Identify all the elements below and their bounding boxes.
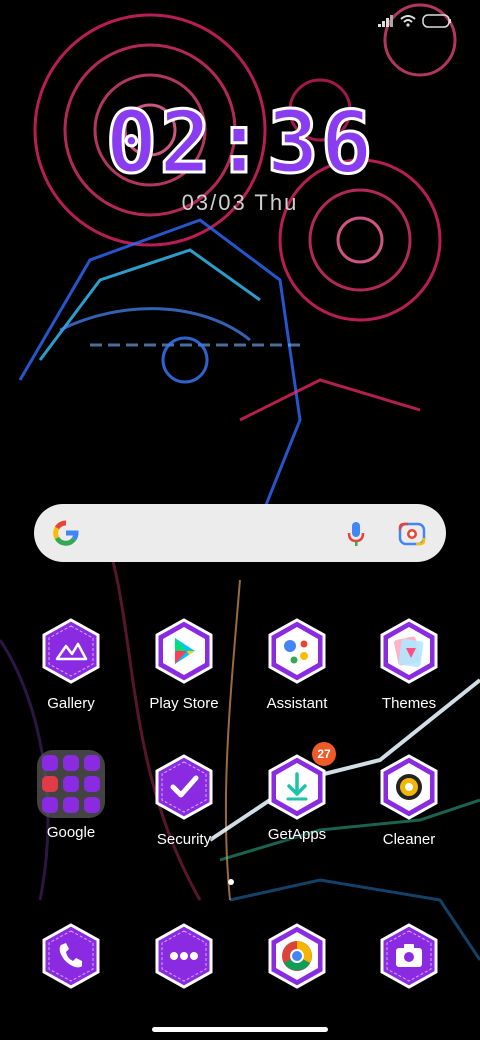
folder-google[interactable]: Google bbox=[16, 750, 126, 841]
app-themes[interactable]: Themes bbox=[354, 618, 464, 712]
signal-icon bbox=[378, 15, 393, 27]
getapps-icon-wrap: 27 bbox=[264, 742, 336, 820]
google-folder-icon bbox=[37, 750, 105, 818]
app-cleaner[interactable]: Cleaner bbox=[354, 754, 464, 848]
status-bar bbox=[378, 14, 452, 28]
app-label-gallery: Gallery bbox=[47, 695, 95, 712]
dock-phone[interactable] bbox=[16, 923, 126, 994]
cleaner-icon bbox=[380, 754, 438, 820]
messages-icon bbox=[155, 923, 213, 989]
camera-icon bbox=[380, 923, 438, 989]
clock-widget[interactable]: 02:36 03/03 Thu bbox=[0, 93, 480, 216]
app-label-cleaner: Cleaner bbox=[382, 831, 436, 848]
clock-date: 03/03 Thu bbox=[181, 190, 299, 215]
clock-time: 02:36 bbox=[104, 93, 375, 193]
google-search-bar[interactable] bbox=[34, 504, 446, 562]
battery-icon bbox=[422, 14, 451, 28]
app-label-google: Google bbox=[46, 824, 96, 841]
security-icon bbox=[155, 754, 213, 820]
app-gallery[interactable]: Gallery bbox=[16, 618, 126, 712]
app-label-play-store: Play Store bbox=[149, 695, 219, 712]
lens-camera-icon[interactable] bbox=[398, 520, 426, 546]
notification-badge: 27 bbox=[312, 742, 336, 766]
google-logo-icon bbox=[53, 520, 79, 546]
microphone-icon[interactable] bbox=[346, 520, 366, 548]
wifi-icon bbox=[400, 15, 416, 27]
phone-icon bbox=[42, 923, 100, 989]
app-label-themes: Themes bbox=[381, 695, 437, 712]
app-label-getapps: GetApps bbox=[267, 826, 327, 843]
dock-messages[interactable] bbox=[129, 923, 239, 994]
page-indicator bbox=[228, 879, 234, 885]
app-getapps[interactable]: 27 GetApps bbox=[242, 742, 352, 843]
assistant-icon bbox=[268, 618, 326, 684]
dock-chrome[interactable] bbox=[242, 923, 352, 994]
app-label-security: Security bbox=[156, 831, 212, 848]
gesture-nav-bar[interactable] bbox=[152, 1027, 328, 1032]
app-play-store[interactable]: Play Store bbox=[129, 618, 239, 712]
themes-icon bbox=[380, 618, 438, 684]
play-store-icon bbox=[155, 618, 213, 684]
app-label-assistant: Assistant bbox=[266, 695, 328, 712]
app-assistant[interactable]: Assistant bbox=[242, 618, 352, 712]
chrome-icon bbox=[268, 923, 326, 989]
dock-camera[interactable] bbox=[354, 923, 464, 994]
app-security[interactable]: Security bbox=[129, 754, 239, 848]
gallery-icon bbox=[42, 618, 100, 684]
